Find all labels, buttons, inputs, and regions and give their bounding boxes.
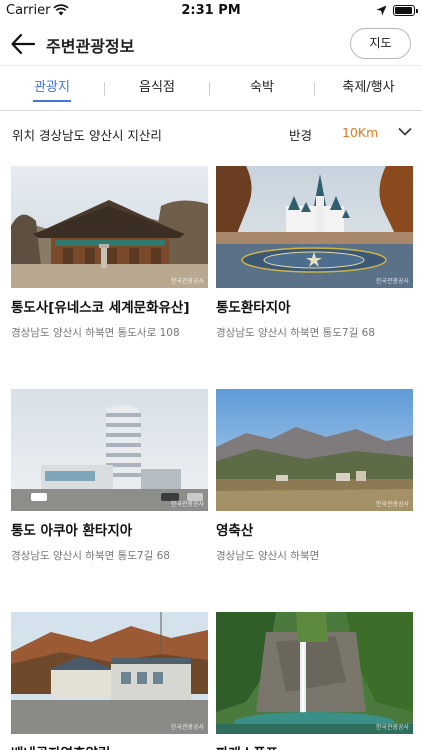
place-title[interactable]: 영축산 <box>216 519 411 539</box>
place-title[interactable]: 배내골자연휴양림 <box>11 742 206 750</box>
active-tab-indicator <box>33 100 71 102</box>
tab-festivals[interactable]: 축제/행사 <box>315 66 422 111</box>
radius-label: 반경 <box>289 128 313 143</box>
place-address: 경상남도 양산시 하북면 통도사로 108 <box>11 327 180 339</box>
image-watermark: 한국관광공사 <box>375 501 409 508</box>
image-watermark: 한국관광공사 <box>375 278 409 285</box>
place-image-mountain[interactable]: 한국관광공사 <box>216 389 413 511</box>
back-arrow-icon[interactable] <box>10 32 36 56</box>
category-tabs: 관광지 음식점 숙박 축제/행사 <box>0 66 422 111</box>
place-image-fantasia[interactable]: 한국관광공사 <box>216 166 413 288</box>
place-image-waterfall[interactable]: 한국관광공사 <box>216 612 413 734</box>
chevron-down-icon[interactable] <box>398 127 412 136</box>
place-image-temple[interactable]: 한국관광공사 <box>11 166 208 288</box>
navigation-bar: 주변관광정보 지도 <box>0 22 422 66</box>
tab-lodging[interactable]: 숙박 <box>210 66 314 111</box>
location-arrow-icon <box>376 5 387 16</box>
place-title[interactable]: 통도환타지아 <box>216 296 411 316</box>
image-watermark: 한국관광공사 <box>375 724 409 731</box>
battery-icon <box>393 5 418 16</box>
page-title: 주변관광정보 <box>46 37 135 56</box>
place-address: 경상남도 양산시 하북면 통도7길 68 <box>216 327 375 339</box>
place-address: 경상남도 양산시 하북면 <box>216 550 320 562</box>
place-address: 경상남도 양산시 하북면 통도7길 68 <box>11 550 170 562</box>
place-title[interactable]: 파래소폭포 <box>216 742 411 750</box>
status-time: 2:31 PM <box>181 3 241 18</box>
filter-row: 위치 경상남도 양산시 지산리 반경 10Km <box>0 111 422 155</box>
location-label: 위치 경상남도 양산시 지산리 <box>12 128 162 143</box>
tab-restaurants[interactable]: 음식점 <box>105 66 209 111</box>
place-image-aqua-fantasia[interactable]: 한국관광공사 <box>11 389 208 511</box>
tab-attractions[interactable]: 관광지 <box>0 66 104 111</box>
radius-value[interactable]: 10Km <box>342 125 378 140</box>
place-title[interactable]: 통도사[유네스코 세계문화유산] <box>11 296 206 316</box>
image-watermark: 한국관광공사 <box>170 501 204 508</box>
image-watermark: 한국관광공사 <box>170 724 204 731</box>
status-bar: Carrier 2:31 PM <box>0 0 422 22</box>
map-button[interactable]: 지도 <box>350 28 411 59</box>
place-title[interactable]: 통도 아쿠아 환타지아 <box>11 519 206 539</box>
image-watermark: 한국관광공사 <box>170 278 204 285</box>
place-image-forest-resort[interactable]: 한국관광공사 <box>11 612 208 734</box>
